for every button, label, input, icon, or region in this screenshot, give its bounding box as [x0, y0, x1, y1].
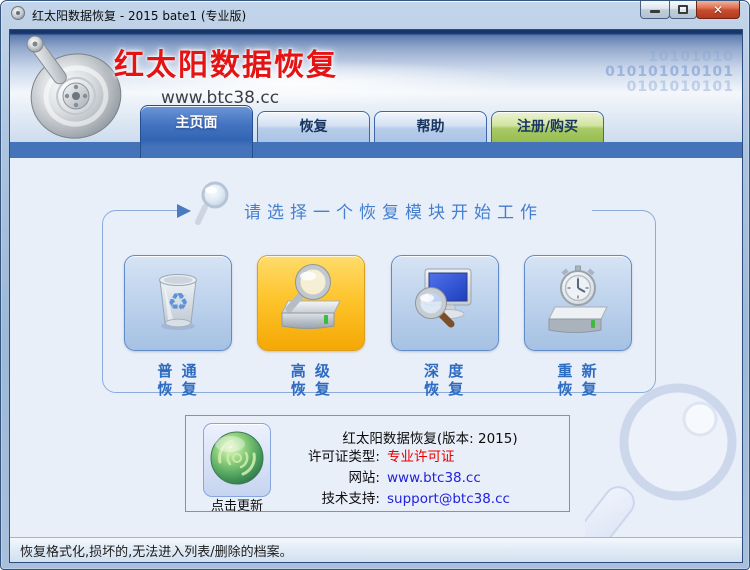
minimize-button[interactable] — [640, 1, 670, 19]
module-advanced-recovery: 高 级 恢 复 — [257, 255, 366, 398]
status-bar: 恢复格式化,损坏的,无法进入列表/删除的档案。 — [10, 537, 742, 562]
about-panel: 点击更新 红太阳数据恢复(版本: 2015) 许可证类型: 专业许可证 网站: … — [185, 415, 570, 514]
module-label: 普 通 恢 复 — [157, 362, 199, 398]
module-label: 重 新 恢 复 — [557, 362, 599, 398]
support-link[interactable]: support@btc38.cc — [387, 489, 510, 510]
client-area: 10101010 010101010101 0101010101 红太阳数据恢复… — [9, 29, 743, 563]
update-button[interactable] — [203, 423, 271, 497]
about-rows: 许可证类型: 专业许可证 网站: www.btc38.cc 技术支持: supp… — [266, 447, 561, 510]
website-link[interactable]: www.btc38.cc — [387, 468, 481, 489]
module-normal-recovery: ♻ 普 通 恢 复 — [124, 255, 232, 398]
deep-recovery-button[interactable] — [390, 255, 499, 351]
re-recovery-button[interactable] — [523, 255, 632, 351]
arrow-right-icon — [177, 204, 191, 218]
drive-stopwatch-icon — [540, 263, 616, 343]
magnifier-watermark-icon — [581, 382, 740, 562]
app-disk-icon — [10, 5, 26, 25]
tab-recover[interactable]: 恢复 — [257, 111, 370, 142]
maximize-icon — [678, 5, 688, 14]
tab-strip-bar — [10, 142, 742, 158]
support-row: 技术支持: support@btc38.cc — [266, 489, 561, 510]
svg-text:♻: ♻ — [167, 288, 189, 316]
close-icon: ✕ — [712, 2, 724, 17]
binary-row: 010101010101 — [605, 64, 734, 80]
monitor-magnifier-icon — [407, 263, 483, 343]
module-re-recovery: 重 新 恢 复 — [523, 255, 632, 398]
website-row: 网站: www.btc38.cc — [266, 468, 561, 489]
tab-register-buy[interactable]: 注册/购买 — [491, 111, 604, 142]
titlebar: 红太阳数据恢复 - 2015 bate1 (专业版) — [1, 1, 749, 29]
normal-recovery-button[interactable]: ♻ — [124, 255, 232, 351]
search-icon — [193, 180, 235, 232]
license-label: 许可证类型: — [307, 449, 380, 465]
status-text: 恢复格式化,损坏的,无法进入列表/删除的档案。 — [20, 544, 293, 560]
advanced-recovery-button[interactable] — [257, 255, 366, 351]
binary-pattern: 10101010 010101010101 0101010101 — [605, 50, 734, 95]
maximize-button[interactable] — [669, 1, 697, 19]
tab-main-page[interactable]: 主页面 — [140, 105, 253, 158]
tab-help[interactable]: 帮助 — [374, 111, 487, 142]
license-row: 许可证类型: 专业许可证 — [266, 447, 561, 468]
module-heading: 请选择一个恢复模块开始工作 — [244, 203, 543, 223]
close-button[interactable]: ✕ — [696, 1, 740, 19]
website-label: 网站: — [348, 470, 380, 486]
window-controls: ✕ — [640, 1, 740, 19]
tab-bar: 主页面 恢复 帮助 注册/购买 — [140, 105, 608, 158]
module-label: 高 级 恢 复 — [290, 362, 332, 398]
header: 10101010 010101010101 0101010101 红太阳数据恢复… — [10, 30, 742, 158]
binary-row: 10101010 — [648, 49, 734, 65]
app-window: 红太阳数据恢复 - 2015 bate1 (专业版) ✕ 10101010 01… — [0, 0, 750, 570]
support-label: 技术支持: — [321, 491, 380, 507]
drive-magnifier-icon — [273, 263, 349, 343]
minimize-icon — [650, 10, 660, 13]
recycle-bin-icon: ♻ — [140, 263, 216, 343]
binary-row: 0101010101 — [626, 79, 734, 95]
hard-disk-logo-icon — [16, 32, 130, 150]
update-disc-icon — [208, 429, 266, 491]
module-buttons: ♻ 普 通 恢 复 高 级 恢 复 深 度 恢 复 重 新 恢 复 — [102, 255, 656, 398]
product-version: 红太阳数据恢复(版本: 2015) — [342, 431, 518, 447]
module-deep-recovery: 深 度 恢 复 — [390, 255, 499, 398]
app-title: 红太阳数据恢复 — [114, 48, 338, 83]
window-title: 红太阳数据恢复 - 2015 bate1 (专业版) — [32, 8, 247, 23]
module-label: 深 度 恢 复 — [424, 362, 466, 398]
license-value: 专业许可证 — [387, 449, 455, 465]
